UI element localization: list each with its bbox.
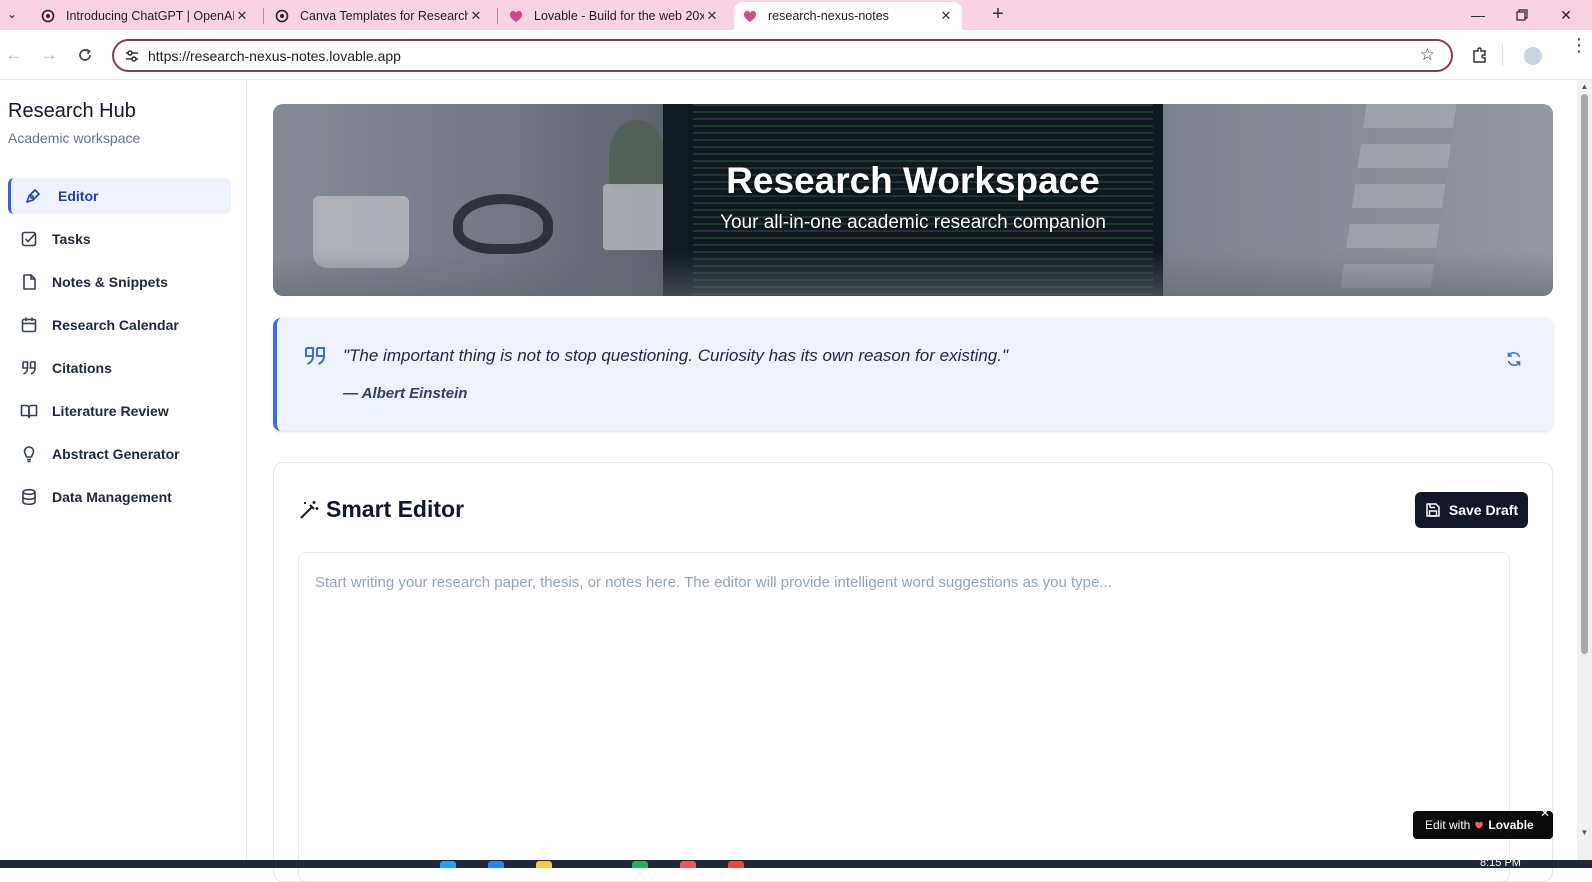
quote-author: — Albert Einstein: [343, 385, 468, 402]
tab-divider: [497, 8, 498, 24]
taskbar-app-icon[interactable]: [632, 861, 648, 868]
sidebar-item-label: Research Calendar: [52, 317, 179, 333]
hero-subtitle: Your all-in-one academic research compan…: [720, 212, 1106, 233]
quote-text: "The important thing is not to stop ques…: [343, 346, 1009, 365]
editor-textarea[interactable]: Start writing your research paper, thesi…: [298, 552, 1510, 882]
minimize-icon[interactable]: —: [1456, 2, 1500, 28]
reload-icon[interactable]: [74, 44, 96, 66]
app-title: Research Hub: [8, 100, 136, 122]
lovable-heart-icon: [1475, 821, 1484, 829]
sidebar-item-label: Tasks: [52, 231, 91, 247]
database-icon: [20, 488, 38, 506]
close-tab-icon[interactable]: ✕: [468, 8, 484, 24]
browser-tab-bar: ⌄ Introducing ChatGPT | OpenAI ✕ Canva T…: [0, 0, 1592, 30]
close-tab-icon[interactable]: ✕: [938, 8, 954, 24]
bookmark-star-icon[interactable]: ☆: [1420, 45, 1435, 65]
sidebar-item-label: Data Management: [52, 489, 172, 505]
sidebar-item-notes[interactable]: Notes & Snippets: [8, 264, 231, 300]
lightbulb-icon: [20, 445, 38, 463]
sidebar-item-label: Notes & Snippets: [52, 274, 168, 290]
editor-placeholder: Start writing your research paper, thesi…: [315, 574, 1112, 591]
smart-editor-card: Smart Editor Save Draft Start writing yo…: [273, 462, 1553, 882]
scroll-down-icon[interactable]: ▼: [1580, 828, 1589, 837]
taskbar-app-icon[interactable]: [488, 861, 504, 868]
address-bar[interactable]: https://research-nexus-notes.lovable.app…: [112, 39, 1453, 72]
sidebar: Research Hub Academic workspace Editor T…: [0, 80, 247, 860]
hero-banner: Research Workspace Your all-in-one acade…: [273, 104, 1553, 296]
tab-search-chevron-icon[interactable]: ⌄: [2, 4, 22, 24]
pen-tool-icon: [24, 187, 42, 205]
taskbar-app-icon[interactable]: [440, 861, 456, 868]
calendar-icon: [20, 316, 38, 334]
tab-title: research-nexus-notes: [768, 9, 889, 23]
save-draft-label: Save Draft: [1448, 502, 1519, 518]
save-icon: [1425, 502, 1441, 518]
editor-title: Smart Editor: [326, 496, 465, 522]
main-content: Research Workspace Your all-in-one acade…: [247, 80, 1577, 882]
quote-card: "The important thing is not to stop ques…: [273, 318, 1553, 431]
file-icon: [20, 273, 38, 291]
back-arrow-icon[interactable]: ←: [3, 44, 25, 66]
edit-with-lovable-badge[interactable]: Edit with Lovable: [1413, 811, 1553, 839]
close-tab-icon[interactable]: ✕: [234, 8, 250, 24]
lovable-heart-icon: [742, 8, 758, 24]
save-draft-button[interactable]: Save Draft: [1415, 492, 1528, 528]
page-scrollbar[interactable]: ▲ ▼: [1577, 80, 1592, 860]
browser-tab-lovable[interactable]: Lovable - Build for the web 20x ✕: [500, 2, 728, 30]
new-tab-plus-icon[interactable]: +: [986, 3, 1010, 26]
browser-tab-canva[interactable]: Canva Templates for Researcher ✕: [266, 2, 492, 30]
tab-title: Lovable - Build for the web 20x: [534, 9, 704, 23]
extensions-puzzle-icon[interactable]: [1470, 45, 1490, 65]
taskbar-folder-icon[interactable]: [536, 861, 552, 868]
profile-avatar[interactable]: [1524, 47, 1542, 65]
browser-menu-icon[interactable]: ⋮: [1570, 36, 1588, 54]
openai-icon: [40, 8, 56, 24]
scrollbar-thumb[interactable]: [1581, 94, 1588, 654]
sidebar-item-editor[interactable]: Editor: [8, 178, 231, 214]
os-taskbar: 8:15 PM: [0, 857, 1592, 869]
sidebar-item-calendar[interactable]: Research Calendar: [8, 307, 231, 343]
taskbar-clock: 8:15 PM: [1480, 857, 1521, 869]
sidebar-item-literature-review[interactable]: Literature Review: [8, 393, 231, 429]
tab-title: Introducing ChatGPT | OpenAI: [66, 9, 234, 23]
taskbar-chrome-icon[interactable]: [728, 861, 744, 868]
quote-icon: [20, 359, 38, 377]
close-window-icon[interactable]: ✕: [1544, 2, 1588, 28]
sidebar-item-tasks[interactable]: Tasks: [8, 221, 231, 257]
book-open-icon: [20, 402, 38, 420]
tab-title: Canva Templates for Researcher: [300, 9, 468, 23]
quote-icon: [303, 344, 327, 368]
badge-prefix: Edit with: [1425, 818, 1471, 832]
sidebar-item-label: Editor: [58, 188, 99, 204]
taskbar-app-icon[interactable]: [680, 861, 696, 868]
sidebar-item-citations[interactable]: Citations: [8, 350, 231, 386]
browser-tab-chatgpt[interactable]: Introducing ChatGPT | OpenAI ✕: [32, 2, 258, 30]
app-subtitle: Academic workspace: [8, 130, 141, 146]
toolbar-divider: [1502, 44, 1503, 66]
openai-icon: [274, 8, 290, 24]
restore-window-icon[interactable]: [1500, 2, 1544, 28]
hero-title: Research Workspace: [726, 160, 1100, 201]
sidebar-item-label: Citations: [52, 360, 112, 376]
sidebar-item-abstract-generator[interactable]: Abstract Generator: [8, 436, 231, 472]
sidebar-item-data-management[interactable]: Data Management: [8, 479, 231, 515]
close-tab-icon[interactable]: ✕: [704, 8, 720, 24]
scroll-up-icon[interactable]: ▲: [1580, 82, 1589, 91]
magic-wand-icon: [298, 499, 320, 521]
tab-divider: [263, 8, 264, 24]
browser-tab-research-nexus[interactable]: research-nexus-notes ✕: [734, 2, 962, 30]
sidebar-item-label: Abstract Generator: [52, 446, 180, 462]
lovable-heart-icon: [508, 8, 524, 24]
check-square-icon: [20, 230, 38, 248]
forward-arrow-icon[interactable]: →: [38, 44, 60, 66]
close-badge-icon[interactable]: ✕: [1540, 806, 1552, 820]
badge-brand: Lovable: [1488, 818, 1534, 832]
refresh-quote-icon[interactable]: [1505, 350, 1523, 368]
sidebar-item-label: Literature Review: [52, 403, 169, 419]
url-text[interactable]: https://research-nexus-notes.lovable.app: [148, 48, 401, 64]
site-settings-icon[interactable]: [123, 47, 141, 65]
browser-toolbar: ← → https://research-nexus-notes.lovable…: [0, 30, 1592, 80]
